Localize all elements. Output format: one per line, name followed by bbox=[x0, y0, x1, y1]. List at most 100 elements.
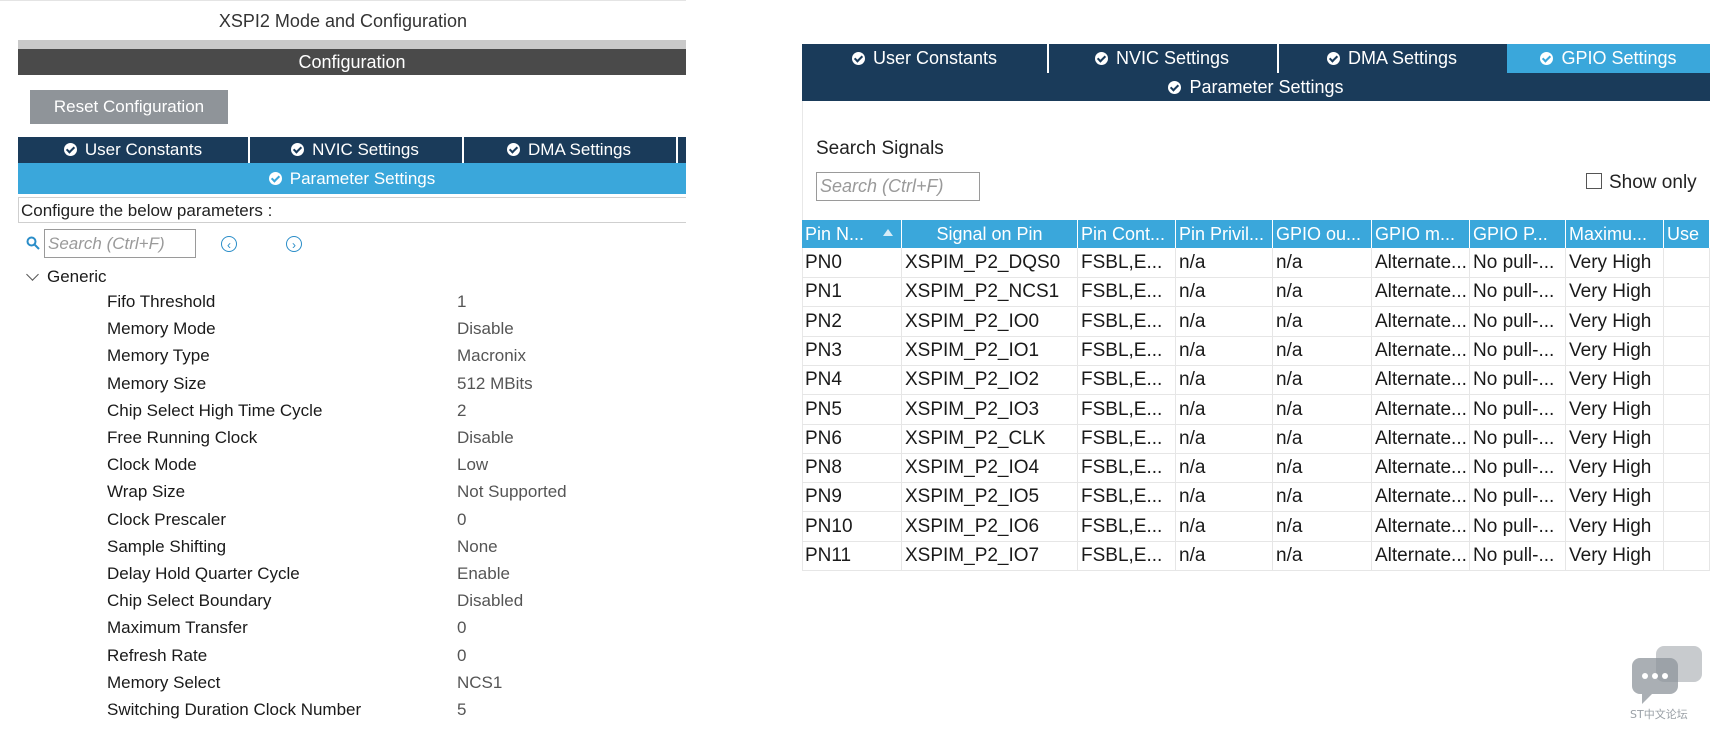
table-cell: No pull-... bbox=[1470, 365, 1566, 395]
param-value[interactable]: Disable bbox=[457, 428, 514, 448]
table-row[interactable]: PN10 XSPIM_P2_IO6 FSBL,E... n/a n/a Alternate… bbox=[802, 511, 1710, 542]
show-only-checkbox[interactable]: Show only bbox=[1586, 172, 1697, 194]
tab-nvic-settings[interactable]: NVIC Settings bbox=[248, 137, 464, 163]
check-circle-icon bbox=[291, 143, 305, 156]
param-value[interactable]: 512 MBits bbox=[457, 374, 533, 394]
table-cell: PN1 bbox=[802, 277, 902, 307]
table-cell: n/a bbox=[1176, 511, 1273, 541]
table-cell bbox=[1664, 248, 1710, 277]
table-cell: FSBL,E... bbox=[1078, 453, 1176, 483]
search-icon[interactable] bbox=[26, 236, 40, 250]
table-cell: n/a bbox=[1176, 306, 1273, 336]
group-generic[interactable]: Generic bbox=[26, 266, 107, 288]
table-row[interactable]: PN4 XSPIM_P2_IO2 FSBL,E... n/a n/a Alternate.… bbox=[802, 365, 1710, 396]
table-cell: Alternate... bbox=[1372, 248, 1470, 277]
table-cell: PN5 bbox=[802, 394, 902, 424]
table-cell: FSBL,E... bbox=[1078, 248, 1176, 277]
param-value[interactable]: 0 bbox=[457, 646, 466, 666]
reset-configuration-button[interactable]: Reset Configuration bbox=[30, 90, 228, 124]
table-cell: Alternate... bbox=[1372, 365, 1470, 395]
table-row[interactable]: PN3 XSPIM_P2_IO1 FSBL,E... n/a n/a Alternate.… bbox=[802, 335, 1710, 366]
param-value[interactable]: Disable bbox=[457, 319, 514, 339]
table-cell: PN11 bbox=[802, 541, 902, 570]
param-value[interactable]: 1 bbox=[457, 292, 466, 312]
table-cell: XSPIM_P2_NCS1 bbox=[902, 277, 1078, 307]
table-cell: n/a bbox=[1273, 335, 1372, 365]
param-value[interactable]: Disabled bbox=[457, 591, 523, 611]
table-cell: XSPIM_P2_DQS0 bbox=[902, 248, 1078, 277]
check-circle-icon bbox=[1168, 81, 1182, 94]
tab-user-constants[interactable]: User Constants bbox=[18, 137, 250, 163]
checkbox-icon[interactable] bbox=[1586, 173, 1602, 189]
param-value[interactable]: 0 bbox=[457, 618, 466, 638]
table-cell: No pull-... bbox=[1470, 453, 1566, 483]
table-cell bbox=[1664, 423, 1710, 453]
tab-gpio-settings[interactable]: GPIO Settings bbox=[1507, 44, 1710, 73]
param-value[interactable]: 0 bbox=[457, 510, 466, 530]
table-cell: Very High bbox=[1566, 277, 1664, 307]
param-value[interactable]: 2 bbox=[457, 401, 466, 421]
table-row[interactable]: PN5 XSPIM_P2_IO3 FSBL,E... n/a n/a Alternate.… bbox=[802, 394, 1710, 425]
next-match-icon[interactable]: › bbox=[286, 236, 302, 252]
table-row[interactable]: PN0 XSPIM_P2_DQS0 FSBL,E... n/a n/a Alternate… bbox=[802, 248, 1710, 278]
parameter-search-input[interactable]: Search (Ctrl+F) bbox=[44, 229, 196, 258]
column-header[interactable]: GPIO P... bbox=[1470, 220, 1566, 248]
sort-ascending-icon[interactable] bbox=[883, 229, 893, 236]
check-circle-icon bbox=[1326, 52, 1340, 65]
table-cell: n/a bbox=[1273, 365, 1372, 395]
column-header[interactable]: GPIO ou... bbox=[1273, 220, 1372, 248]
table-cell: n/a bbox=[1176, 541, 1273, 570]
table-row[interactable]: PN1 XSPIM_P2_NCS1 FSBL,E... n/a n/a Alternate… bbox=[802, 277, 1710, 308]
table-cell bbox=[1664, 335, 1710, 365]
table-row[interactable]: PN11 XSPIM_P2_IO7 FSBL,E... n/a n/a Alternate… bbox=[802, 541, 1710, 571]
tab-dma-settings[interactable]: DMA Settings bbox=[462, 137, 678, 163]
signal-search-input[interactable]: Search (Ctrl+F) bbox=[816, 172, 980, 201]
column-header[interactable]: Signal on Pin bbox=[902, 220, 1078, 248]
previous-match-icon[interactable]: ‹ bbox=[221, 236, 237, 252]
check-circle-icon bbox=[63, 143, 77, 156]
tab-user-constants[interactable]: User Constants bbox=[802, 44, 1049, 73]
watermark-text: ST中文论坛 bbox=[1630, 707, 1688, 720]
column-header[interactable]: Pin N... bbox=[802, 220, 902, 248]
tab-dma-settings[interactable]: DMA Settings bbox=[1277, 44, 1509, 73]
chevron-down-icon[interactable] bbox=[26, 268, 39, 281]
right-tabs: User Constants NVIC Settings DMA Setting… bbox=[802, 44, 1710, 73]
table-cell: XSPIM_P2_IO2 bbox=[902, 365, 1078, 395]
column-header[interactable]: Maximu... bbox=[1566, 220, 1664, 248]
param-value[interactable]: None bbox=[457, 537, 498, 557]
table-cell: n/a bbox=[1273, 453, 1372, 483]
column-header[interactable]: Pin Privil... bbox=[1176, 220, 1273, 248]
tab-parameter-settings[interactable]: Parameter Settings bbox=[18, 163, 686, 194]
check-circle-icon bbox=[851, 52, 865, 65]
param-value[interactable]: Low bbox=[457, 455, 488, 475]
table-cell bbox=[1664, 306, 1710, 336]
table-cell: Alternate... bbox=[1372, 541, 1470, 570]
table-cell: PN4 bbox=[802, 365, 902, 395]
table-cell: n/a bbox=[1273, 306, 1372, 336]
check-circle-icon bbox=[1540, 52, 1554, 65]
table-cell: n/a bbox=[1273, 511, 1372, 541]
table-cell bbox=[1664, 541, 1710, 570]
column-header[interactable]: Use bbox=[1664, 220, 1710, 248]
column-header[interactable]: Pin Cont... bbox=[1078, 220, 1176, 248]
table-row[interactable]: PN9 XSPIM_P2_IO5 FSBL,E... n/a n/a Alternate.… bbox=[802, 482, 1710, 513]
table-cell bbox=[1664, 394, 1710, 424]
param-value[interactable]: Enable bbox=[457, 564, 510, 584]
param-value[interactable]: Not Supported bbox=[457, 482, 567, 502]
param-value[interactable]: Macronix bbox=[457, 346, 526, 366]
table-row[interactable]: PN8 XSPIM_P2_IO4 FSBL,E... n/a n/a Alternate.… bbox=[802, 453, 1710, 484]
param-name: Memory Select bbox=[107, 672, 221, 692]
param-value[interactable]: 5 bbox=[457, 700, 466, 720]
table-row[interactable]: PN2 XSPIM_P2_IO0 FSBL,E... n/a n/a Alternate.… bbox=[802, 306, 1710, 337]
table-cell: XSPIM_P2_IO1 bbox=[902, 335, 1078, 365]
tab-parameter-settings[interactable]: Parameter Settings bbox=[802, 73, 1710, 101]
param-value[interactable]: NCS1 bbox=[457, 673, 502, 693]
column-header[interactable]: GPIO m... bbox=[1372, 220, 1470, 248]
table-row[interactable]: PN6 XSPIM_P2_CLK FSBL,E... n/a n/a Alternate.… bbox=[802, 423, 1710, 454]
table-cell: Very High bbox=[1566, 482, 1664, 512]
tab-nvic-settings[interactable]: NVIC Settings bbox=[1047, 44, 1279, 73]
param-name: Free Running Clock bbox=[107, 428, 258, 447]
header-strip bbox=[18, 40, 686, 49]
table-cell: FSBL,E... bbox=[1078, 335, 1176, 365]
table-cell: No pull-... bbox=[1470, 394, 1566, 424]
